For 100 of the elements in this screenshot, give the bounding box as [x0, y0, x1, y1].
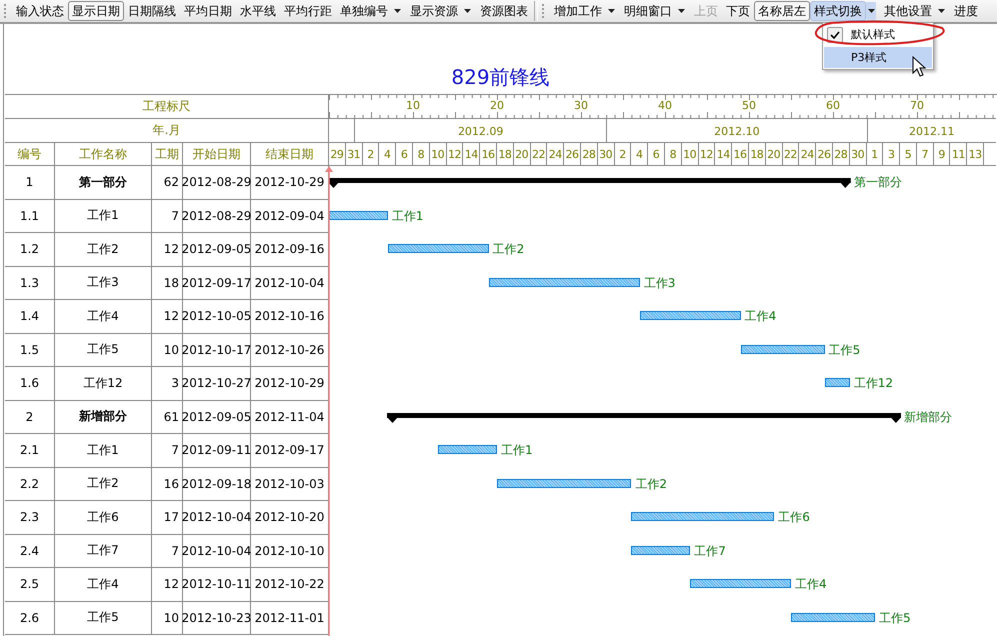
toolbar-button[interactable]: 水平线: [236, 1, 280, 21]
header-cell: 工程标尺: [5, 95, 329, 119]
table-cell: 2012-10-04: [251, 266, 329, 300]
menu-item[interactable]: P3样式: [824, 47, 932, 68]
table-cell: 2012-09-11: [183, 434, 251, 468]
day-header-cell: 18: [496, 143, 514, 165]
bar-label: 工作2: [635, 476, 668, 490]
toolbar-button[interactable]: 进度: [950, 1, 982, 21]
table-cell: 2012-09-05: [183, 400, 251, 434]
table-cell: 2012-10-04: [183, 501, 251, 534]
table-cell: 18: [152, 266, 183, 300]
toolbar-grip[interactable]: [4, 4, 9, 18]
toolbar-button[interactable]: 单独编号: [336, 1, 392, 21]
table-cell: 2012-09-17: [251, 434, 329, 468]
day-header-cell: 9: [934, 143, 950, 165]
table-cell: 2012-10-27: [183, 367, 251, 400]
day-header-cell: 8: [412, 143, 430, 165]
toolbar-button[interactable]: 平均行距: [280, 1, 336, 21]
day-header-cell: 14: [715, 143, 732, 165]
table-cell: 1.4: [5, 300, 55, 334]
day-header-cell: 13: [967, 143, 984, 165]
table-cell: 2.4: [5, 534, 55, 568]
menu-item[interactable]: 默认样式: [824, 24, 932, 45]
column-header: 工作名称: [55, 143, 152, 166]
day-header-cell: 4: [379, 143, 396, 165]
table-cell: 新增部分: [55, 400, 152, 434]
table-cell: 7: [152, 534, 183, 568]
table-cell: 工作5: [55, 602, 152, 635]
table-cell: 2012-09-04: [251, 200, 329, 233]
day-header-cell: 5: [900, 143, 917, 165]
ruler-label: 70: [909, 99, 925, 112]
day-header-cell: 29: [329, 143, 346, 165]
ruler-label: 60: [825, 99, 841, 112]
day-header-cell: 6: [648, 143, 665, 165]
table-cell: 2012-10-05: [183, 300, 251, 334]
table-cell: 7: [152, 200, 183, 233]
day-header-cell: 18: [748, 143, 766, 165]
table-cell: 2.3: [5, 501, 55, 534]
toolbar-button[interactable]: 其他设置: [880, 1, 936, 21]
bar-label: 工作5: [879, 610, 911, 624]
day-header-cell: 14: [463, 143, 480, 165]
toolbar-button[interactable]: 日期隔线: [124, 1, 180, 21]
table-cell: 16: [152, 468, 183, 501]
toolbar-button[interactable]: 增加工作: [550, 1, 606, 21]
day-header-cell: 20: [514, 143, 531, 165]
bar-label: 工作2: [492, 242, 524, 256]
toolbar-button[interactable]: 明细窗口: [620, 1, 676, 21]
toolbar-button[interactable]: 资源图表: [476, 1, 532, 21]
month-header-cell: 2012.09: [354, 119, 606, 142]
toolbar-button[interactable]: 样式切换: [810, 1, 866, 21]
table-cell: 2012-11-04: [251, 400, 329, 434]
table-cell: 2012-09-05: [183, 233, 251, 266]
day-header-cell: 11: [950, 143, 968, 165]
toolbar-button[interactable]: 下页: [722, 1, 754, 21]
table-cell: 2012-10-20: [251, 501, 329, 534]
bar-label: 工作5: [828, 342, 860, 356]
toolbar-button[interactable]: 名称居左: [754, 1, 810, 21]
day-header-cell: 6: [396, 143, 413, 165]
table-cell: 2.6: [5, 602, 55, 635]
table-cell: 2012-10-17: [183, 334, 251, 367]
month-header-cell: 2012.10: [606, 119, 867, 142]
bar-label: 工作4: [744, 309, 776, 323]
table-cell: 2012-09-17: [183, 266, 251, 300]
table-cell: 2012-09-16: [251, 233, 329, 266]
day-header-cell: 10: [430, 143, 447, 165]
day-header-cell: 26: [816, 143, 833, 165]
table-cell: 工作2: [55, 233, 152, 266]
day-header-cell: 16: [732, 143, 749, 165]
table-cell: 工作1: [55, 434, 152, 468]
toolbar-button[interactable]: 显示资源: [406, 1, 462, 21]
table-cell: 2012-10-16: [251, 300, 329, 334]
table-cell: 工作12: [55, 367, 152, 400]
bar-label: 第一部分: [854, 175, 902, 189]
day-header-cell: 24: [799, 143, 816, 165]
table-cell: 17: [152, 501, 183, 534]
day-header-cell: 16: [480, 143, 497, 165]
month-header-cell: 2012.11: [866, 119, 996, 142]
table-cell: 工作6: [55, 501, 152, 534]
bar-label: 工作12: [854, 376, 894, 390]
ruler-label: 50: [741, 99, 757, 112]
ruler-label: 30: [573, 99, 589, 112]
table-cell: 2.1: [5, 434, 55, 468]
table-cell: 2012-10-10: [251, 534, 329, 568]
toolbar-grip[interactable]: [542, 4, 547, 18]
table-cell: 1.1: [5, 200, 55, 233]
table-cell: 2012-10-29: [251, 367, 329, 400]
toolbar-button[interactable]: 输入状态: [12, 1, 68, 21]
bar-label: 工作1: [392, 208, 424, 222]
toolbar-button[interactable]: 显示日期: [68, 1, 124, 21]
table-cell: 2.2: [5, 468, 55, 501]
day-header-cell: 3: [883, 143, 900, 165]
column-header: 开始日期: [183, 143, 251, 166]
toolbar-button[interactable]: 平均日期: [180, 1, 236, 21]
table-cell: 7: [152, 434, 183, 468]
day-header-cell: 28: [832, 143, 850, 165]
day-header-cell: 28: [580, 143, 598, 165]
day-header-cell: 2: [614, 143, 632, 165]
table-cell: 1.3: [5, 266, 55, 300]
day-header-cell: 24: [547, 143, 564, 165]
table-cell: 工作3: [55, 266, 152, 300]
